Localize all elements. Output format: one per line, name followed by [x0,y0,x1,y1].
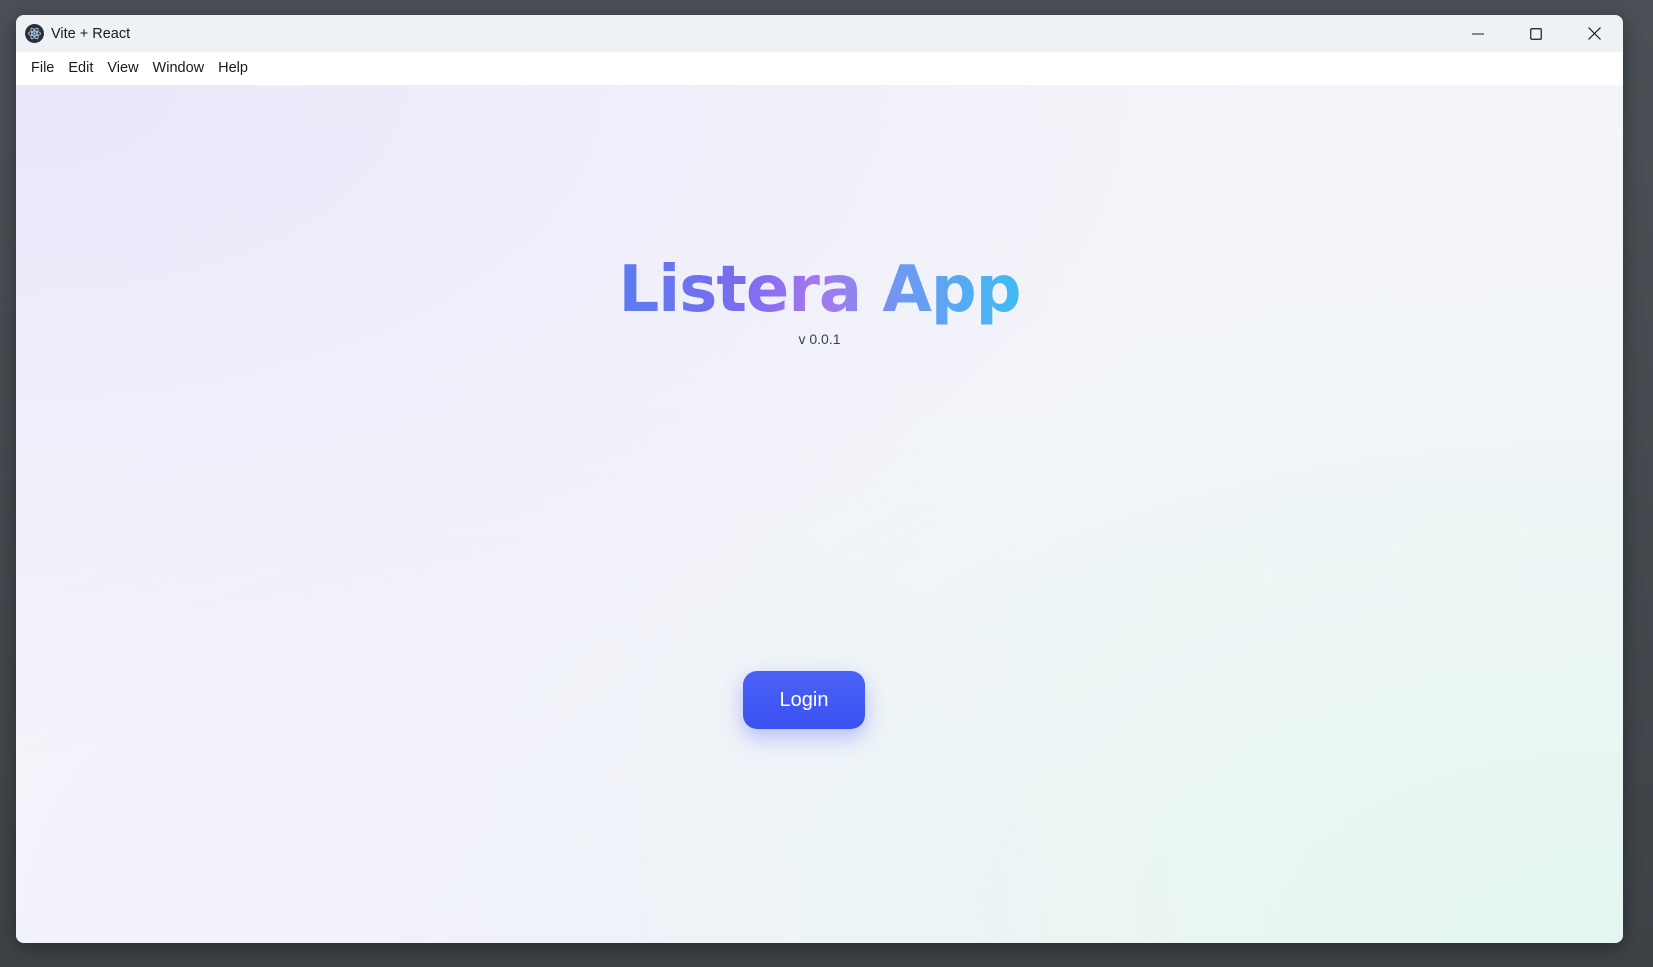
title-bar[interactable]: Vite + React [16,15,1623,52]
close-button[interactable] [1565,15,1623,52]
electron-icon [25,24,44,43]
app-title-container: Listera App [16,253,1623,327]
app-title: Listera App [618,253,1022,327]
minimize-icon [1472,28,1484,40]
close-icon [1587,27,1601,40]
minimize-button[interactable] [1449,15,1507,52]
window-title: Vite + React [51,25,131,42]
login-button[interactable]: Login [743,671,865,729]
menu-item-window[interactable]: Window [146,52,212,85]
maximize-icon [1530,27,1542,40]
version-label: v 0.0.1 [798,331,841,347]
window-controls [1449,15,1623,52]
menu-bar: File Edit View Window Help [16,52,1623,85]
main-content: Listera App v 0.0.1 [16,85,1623,943]
menu-item-view[interactable]: View [100,52,145,85]
menu-item-help[interactable]: Help [211,52,255,85]
menu-item-file[interactable]: File [24,52,61,85]
menu-item-edit[interactable]: Edit [61,52,100,85]
maximize-button[interactable] [1507,15,1565,52]
app-window: Vite + React File Edit View Window Help … [16,15,1623,943]
